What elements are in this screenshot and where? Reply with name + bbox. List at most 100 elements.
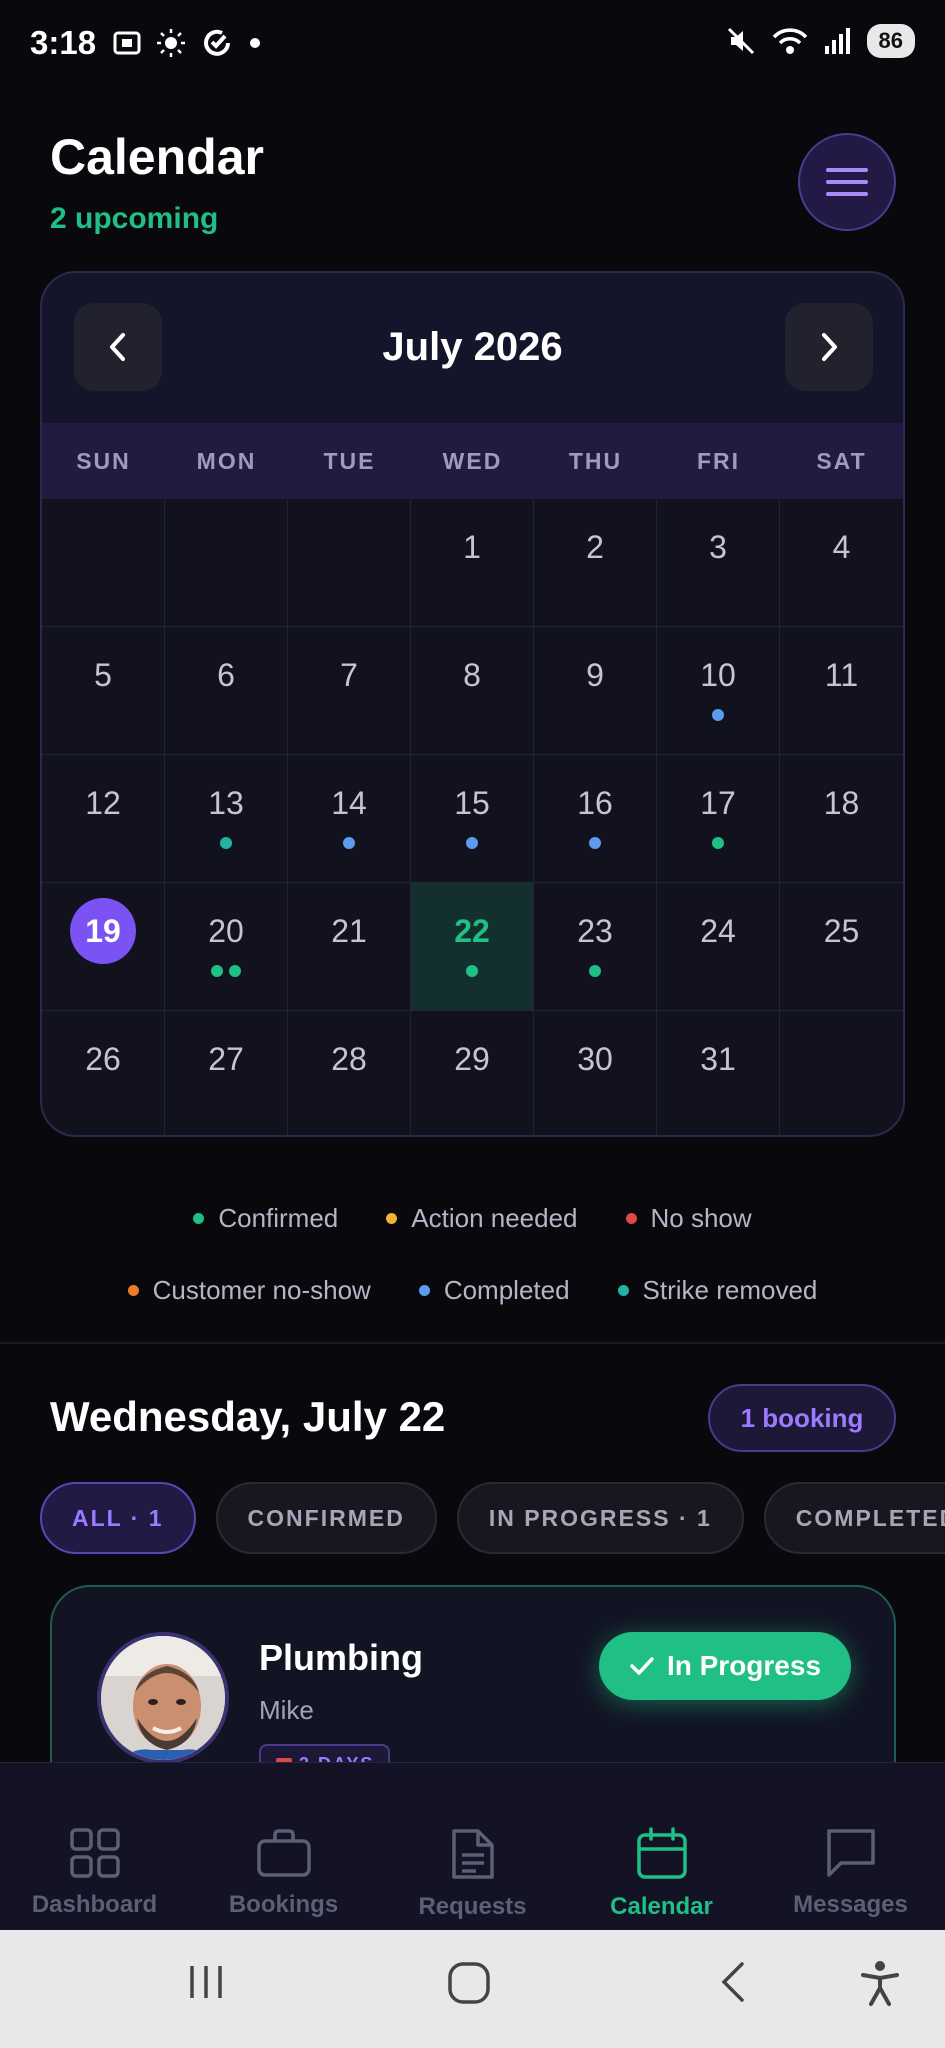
- calendar-day-21[interactable]: 21: [288, 883, 411, 1011]
- weekday-label: THU: [568, 447, 623, 474]
- calendar-day-15[interactable]: 15: [411, 755, 534, 883]
- calendar-empty-cell: [165, 499, 288, 627]
- nav-item-calendar[interactable]: Calendar: [567, 1763, 756, 1930]
- nav-item-dashboard[interactable]: Dashboard: [0, 1763, 189, 1930]
- battery-icon: 86: [866, 24, 915, 58]
- day-number: 6: [217, 657, 235, 693]
- next-month-button[interactable]: [785, 303, 873, 391]
- day-number: 22: [454, 913, 490, 949]
- nav-item-messages[interactable]: Messages: [756, 1763, 945, 1930]
- event-dot-confirmed: [466, 965, 478, 977]
- calendar-day-7[interactable]: 7: [288, 627, 411, 755]
- calendar-day-13[interactable]: 13: [165, 755, 288, 883]
- nav-item-bookings[interactable]: Bookings: [189, 1763, 378, 1930]
- day-number: 4: [832, 529, 851, 565]
- legend-row: Confirmed Action needed No show: [0, 1203, 945, 1234]
- calendar-grid: 1 2 3 4 5 6 7 8 9 10 11 12 13 14 15 16 17 18 19 20 21 22 23 24 2…: [42, 499, 903, 1135]
- calendar-day-2[interactable]: 2: [534, 499, 657, 627]
- weekday-label: SUN: [76, 447, 131, 474]
- event-dot-completed: [343, 837, 355, 849]
- calendar-day-25[interactable]: 25: [780, 883, 903, 1011]
- calendar-day-8[interactable]: 8: [411, 627, 534, 755]
- calendar-day-10[interactable]: 10: [657, 627, 780, 755]
- filter-chip-all[interactable]: ALL · 1: [40, 1482, 196, 1554]
- calendar-day-20[interactable]: 20: [165, 883, 288, 1011]
- calendar-day-4[interactable]: 4: [780, 499, 903, 627]
- day-number: 15: [454, 785, 490, 821]
- chevron-right-icon: [822, 333, 837, 361]
- month-title: July 2026: [382, 325, 563, 369]
- calendar-empty-cell: [288, 499, 411, 627]
- signal-icon: [824, 28, 850, 54]
- calendar-day-31[interactable]: 31: [657, 1011, 780, 1135]
- event-dot-confirmed: [712, 837, 724, 849]
- nav-label: Requests: [418, 1893, 527, 1920]
- calendar-day-5[interactable]: 5: [42, 627, 165, 755]
- status-bar: 3:18 86: [0, 0, 945, 90]
- calendar-day-30[interactable]: 30: [534, 1011, 657, 1135]
- calendar-day-28[interactable]: 28: [288, 1011, 411, 1135]
- page-title: Calendar: [50, 129, 264, 185]
- calendar-day-6[interactable]: 6: [165, 627, 288, 755]
- filter-chip-in-progress[interactable]: IN PROGRESS · 1: [456, 1482, 744, 1554]
- calendar-day-9[interactable]: 9: [534, 627, 657, 755]
- calendar-day-27[interactable]: 27: [165, 1011, 288, 1135]
- sync-icon: [204, 29, 230, 56]
- avatar: [97, 1632, 229, 1764]
- nav-item-requests[interactable]: Requests: [378, 1763, 567, 1930]
- event-dot-confirmed: [211, 965, 223, 977]
- brightness-icon: [157, 29, 185, 57]
- calendar-day-11[interactable]: 11: [780, 627, 903, 755]
- system-nav-bar: [0, 1930, 945, 2048]
- event-dot-completed: [589, 837, 601, 849]
- day-number: 8: [463, 657, 481, 693]
- legend-item: No show: [625, 1203, 752, 1234]
- calendar-day-19[interactable]: 19: [42, 883, 165, 1011]
- home-icon[interactable]: [446, 1960, 492, 2006]
- nav-label: Messages: [793, 1891, 908, 1918]
- day-title: Wednesday, July 22: [50, 1393, 446, 1440]
- day-number: 9: [586, 657, 604, 693]
- legend-dot-icon: [386, 1213, 398, 1224]
- calendar-day-24[interactable]: 24: [657, 883, 780, 1011]
- calendar-day-12[interactable]: 12: [42, 755, 165, 883]
- day-number: 1: [463, 529, 481, 565]
- legend-dot-icon: [625, 1213, 637, 1224]
- calendar-day-22[interactable]: 22: [411, 883, 534, 1011]
- day-number: 21: [331, 913, 367, 949]
- calendar-day-26[interactable]: 26: [42, 1011, 165, 1135]
- filter-chips: ALL · 1 CONFIRMED IN PROGRESS · 1 COMPLE…: [40, 1482, 945, 1554]
- day-number: 30: [577, 1041, 613, 1077]
- day-number: 31: [700, 1041, 736, 1077]
- section-divider: [0, 1342, 945, 1344]
- calendar-day-18[interactable]: 18: [780, 755, 903, 883]
- calendar-day-23[interactable]: 23: [534, 883, 657, 1011]
- customer-photo: [101, 1636, 225, 1760]
- status-time: 3:18: [30, 24, 97, 61]
- calendar-day-16[interactable]: 16: [534, 755, 657, 883]
- calendar-day-1[interactable]: 1: [411, 499, 534, 627]
- legend-dot-icon: [193, 1213, 205, 1224]
- accessibility-icon[interactable]: [860, 1960, 900, 2006]
- filter-chip-confirmed[interactable]: CONFIRMED: [215, 1482, 437, 1554]
- calendar-day-29[interactable]: 29: [411, 1011, 534, 1135]
- filter-chip-completed[interactable]: COMPLETED: [763, 1482, 945, 1554]
- bottom-nav: Dashboard Bookings Requests Calendar Mes…: [0, 1762, 945, 1930]
- weekday-label: FRI: [696, 447, 741, 474]
- day-number: 18: [823, 785, 860, 821]
- day-number: 14: [331, 785, 367, 821]
- calendar-day-3[interactable]: 3: [657, 499, 780, 627]
- day-number: 26: [85, 1041, 121, 1077]
- weekday-label: MON: [196, 447, 257, 474]
- day-number: 27: [208, 1041, 244, 1077]
- service-name: Plumbing: [259, 1637, 423, 1678]
- day-number: 16: [577, 785, 613, 821]
- back-icon[interactable]: [716, 1960, 752, 2004]
- menu-button[interactable]: [798, 133, 896, 231]
- day-number: 20: [208, 913, 244, 949]
- event-dot-completed: [466, 837, 478, 849]
- recent-apps-icon[interactable]: [184, 1960, 228, 2004]
- document-icon: [451, 1829, 494, 1879]
- calendar-day-14[interactable]: 14: [288, 755, 411, 883]
- calendar-day-17[interactable]: 17: [657, 755, 780, 883]
